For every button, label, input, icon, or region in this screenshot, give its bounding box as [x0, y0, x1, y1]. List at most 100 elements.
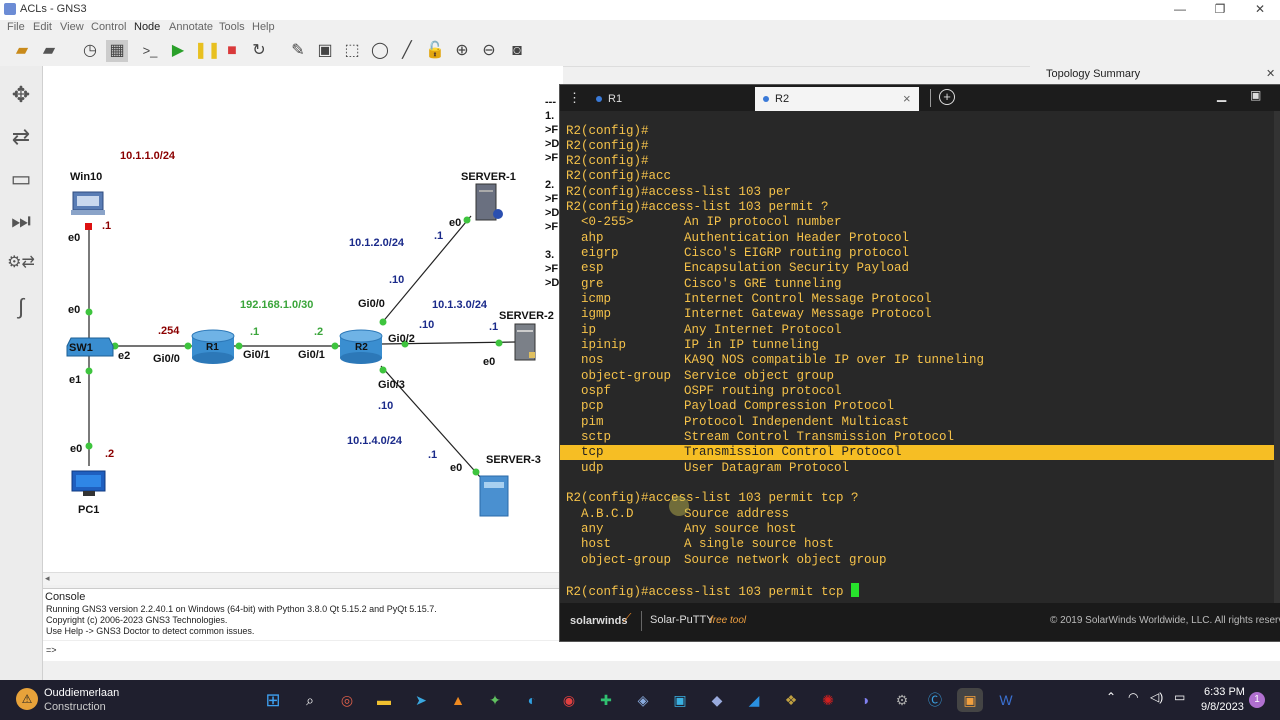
solar-putty-icon[interactable]: ▣ — [957, 688, 983, 712]
maximize-button[interactable]: ❐ — [1200, 2, 1240, 18]
node-label-server3[interactable]: SERVER-3 — [486, 454, 541, 466]
app-icon[interactable]: ❖ — [778, 688, 804, 712]
menu-help[interactable]: Help — [252, 21, 275, 33]
terminal-scrollbar[interactable] — [1274, 111, 1280, 603]
open-project-icon[interactable]: ▰ — [38, 40, 60, 62]
terminal-current-line[interactable]: R2(config)#access-list 103 permit tcp — [566, 583, 860, 599]
volume-icon[interactable]: ◁) — [1150, 690, 1163, 704]
snapshot-clock-icon[interactable]: ◷ — [79, 40, 101, 62]
draw-rectangle-icon[interactable]: ⬚ — [341, 40, 363, 62]
search-icon[interactable]: ⌕ — [297, 688, 323, 712]
draw-line-icon[interactable]: ╱ — [396, 40, 418, 62]
draw-ellipse-icon[interactable]: ◯ — [369, 40, 391, 62]
port-label: e1 — [69, 374, 82, 386]
terminal-maximize-icon[interactable]: ▣ — [1250, 88, 1261, 102]
node-label-r2[interactable]: R2 — [355, 342, 368, 353]
add-link-icon[interactable]: ∫ — [6, 292, 36, 322]
node-label-server1[interactable]: SERVER-1 — [461, 171, 516, 183]
security-devices-icon[interactable]: ⏭ — [6, 206, 36, 236]
end-devices-icon[interactable]: ▭ — [6, 164, 36, 194]
menu-edit[interactable]: Edit — [33, 21, 52, 33]
scroll-left-icon[interactable]: ◂ — [45, 573, 50, 584]
console-all-icon[interactable]: >_ — [139, 40, 161, 62]
node-label-r1[interactable]: R1 — [206, 342, 219, 353]
menu-view[interactable]: View — [60, 21, 84, 33]
vlc-icon[interactable]: ▲ — [445, 688, 471, 712]
app-icon[interactable]: ◑ — [852, 688, 878, 712]
app-icon[interactable]: ✦ — [482, 688, 508, 712]
terminal-minimize-icon[interactable]: ▁ — [1217, 88, 1226, 102]
weather-icon[interactable]: ⚠ — [16, 688, 38, 710]
app-icon[interactable]: ✚ — [593, 688, 619, 712]
terminal-output[interactable]: R2(config)# R2(config)# R2(config)# R2(c… — [560, 111, 1280, 603]
app-icon[interactable]: ◢ — [741, 688, 767, 712]
menu-node[interactable]: Node — [134, 21, 160, 33]
switches-icon[interactable]: ⇄ — [6, 122, 36, 152]
edge-icon[interactable]: ◐ — [519, 688, 545, 712]
new-project-icon[interactable]: ▰ — [11, 40, 33, 62]
tab-r2[interactable]: R2 × — [755, 87, 919, 111]
node-label-win10[interactable]: Win10 — [70, 171, 102, 183]
all-devices-icon[interactable]: ⚙⇄ — [6, 248, 36, 278]
wifi-icon[interactable]: ◠ — [1128, 690, 1138, 704]
add-tab-icon[interactable]: + — [939, 89, 955, 105]
app-icon[interactable]: ▣ — [667, 688, 693, 712]
node-label-pc1[interactable]: PC1 — [78, 504, 99, 516]
app-icon[interactable]: Ⓒ — [922, 688, 948, 712]
source-row: object-group Source network object group — [581, 553, 887, 567]
reload-all-icon[interactable]: ↻ — [248, 40, 270, 62]
show-interface-labels-icon[interactable]: ▦ — [106, 40, 128, 62]
suspend-all-icon[interactable]: ❚❚ — [194, 40, 221, 62]
terminal-tabbar: ⋮ R1 R2 × + ▁ ▣ — [560, 85, 1280, 111]
telegram-icon[interactable]: ➤ — [408, 688, 434, 712]
clock-date[interactable]: 9/8/2023 — [1201, 701, 1244, 713]
chrome-app-icon[interactable]: ◎ — [334, 688, 360, 712]
notification-badge[interactable]: 1 — [1249, 692, 1265, 708]
ip-label: .10 — [378, 400, 394, 412]
settings-gear-icon[interactable]: ⚙ — [889, 688, 915, 712]
clock-time[interactable]: 6:33 PM — [1204, 686, 1245, 698]
windows-start-icon[interactable]: ⊞ — [260, 688, 286, 712]
insert-image-icon[interactable]: ▣ — [314, 40, 336, 62]
start-all-icon[interactable]: ▶ — [167, 40, 189, 62]
topology-links — [66, 183, 536, 517]
close-button[interactable]: ✕ — [1240, 2, 1280, 18]
virtualbox-icon[interactable]: ◈ — [630, 688, 656, 712]
node-label-sw1[interactable]: SW1 — [69, 342, 93, 354]
protocol-row: sctp Stream Control Transmission Protocol — [581, 430, 955, 444]
console-line: Running GNS3 version 2.2.40.1 on Windows… — [46, 604, 437, 614]
node-label-server2[interactable]: SERVER-2 — [499, 310, 554, 322]
app-icon[interactable]: ✺ — [815, 688, 841, 712]
zoom-in-icon[interactable]: ⊕ — [451, 40, 473, 62]
file-explorer-icon[interactable]: ▬ — [371, 688, 397, 712]
panel-close-icon[interactable]: ✕ — [1266, 67, 1275, 80]
menu-file[interactable]: File — [7, 21, 25, 33]
menu-control[interactable]: Control — [91, 21, 126, 33]
topology-canvas[interactable]: 10.1.1.0/24 Win10 e0 .1 e0 SW1 e2 e1 e0 … — [43, 66, 563, 572]
stop-all-icon[interactable]: ■ — [221, 40, 243, 62]
menu-annotate[interactable]: Annotate — [169, 21, 213, 33]
lock-icon[interactable]: 🔓 — [424, 40, 446, 62]
terminal-line: R2(config)#access-list 103 per — [566, 185, 792, 199]
word-icon[interactable]: W — [993, 688, 1019, 712]
app-icon[interactable]: ◆ — [704, 688, 730, 712]
battery-icon[interactable]: ▭ — [1174, 690, 1185, 704]
tab-close-icon[interactable]: × — [903, 87, 911, 111]
terminal-window: ⋮ R1 R2 × + ▁ ▣ R2(config)# R2(config)# … — [559, 84, 1280, 642]
routers-icon[interactable]: ✥ — [6, 80, 36, 110]
tab-r1[interactable]: R1 — [586, 87, 754, 111]
screenshot-icon[interactable]: ◙ — [506, 40, 528, 62]
chrome-icon[interactable]: ◉ — [556, 688, 582, 712]
zoom-out-icon[interactable]: ⊖ — [478, 40, 500, 62]
menu-tools[interactable]: Tools — [219, 21, 245, 33]
minimize-button[interactable]: — — [1160, 2, 1200, 18]
topology-summary-title: Topology Summary — [1046, 68, 1141, 80]
canvas-horizontal-scrollbar[interactable]: ◂ — [43, 572, 563, 585]
add-note-icon[interactable]: ✎ — [287, 40, 309, 62]
source-row: any Any source host — [581, 522, 797, 536]
terminal-menu-icon[interactable]: ⋮ — [568, 90, 581, 106]
terminal-line: R2(config)#acc — [566, 169, 672, 183]
solarwinds-logo-icon: ⟋ — [623, 611, 632, 625]
tray-chevron-icon[interactable]: ⌃ — [1106, 690, 1116, 704]
console-input[interactable]: => — [43, 640, 1280, 661]
